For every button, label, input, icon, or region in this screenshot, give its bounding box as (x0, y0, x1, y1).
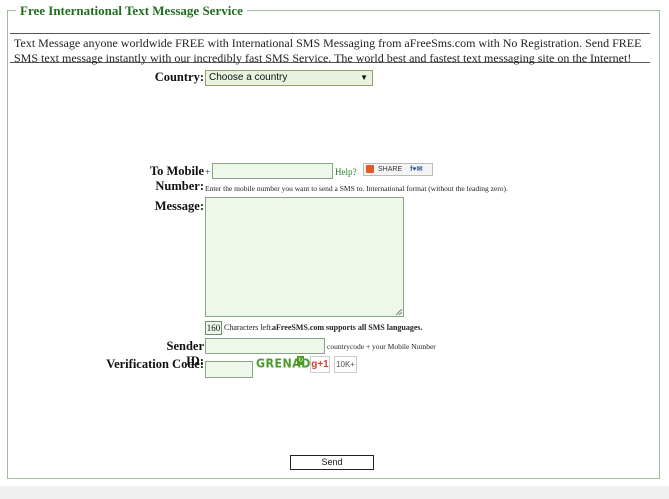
mobile-prefix: + (205, 167, 211, 177)
chevron-down-icon: ▼ (360, 73, 368, 82)
sender-id-input[interactable] (205, 338, 325, 354)
google-plus-button[interactable]: g+1 (310, 356, 330, 373)
languages-note: aFreeSMS.com supports all SMS languages. (272, 323, 423, 332)
send-button[interactable]: Send (290, 455, 374, 470)
refresh-icon[interactable]: ↻ (297, 356, 304, 365)
country-label: Country: (154, 70, 204, 84)
sender-id-hint: countrycode + your Mobile Number (327, 342, 436, 351)
google-plus-count: 10K+ (334, 356, 357, 373)
mobile-number-input[interactable] (212, 163, 333, 179)
country-selected-value: Choose a country (209, 72, 288, 83)
help-link[interactable]: Help? (335, 167, 357, 177)
share-icon (366, 165, 374, 173)
social-icons: f♥✉ (410, 166, 423, 173)
form-legend: Free International Text Message Service (16, 3, 247, 19)
chars-left-counter: 160 (205, 321, 222, 335)
mobile-number-label: To Mobile Number: (149, 164, 204, 193)
resize-grip-icon[interactable] (396, 309, 402, 315)
intro-text: Text Message anyone worldwide FREE with … (10, 33, 650, 65)
country-select[interactable]: Choose a country ▼ (205, 70, 373, 86)
share-label: SHARE (378, 166, 403, 173)
verification-label: Verification Code: (106, 357, 204, 371)
chars-left-text: Characters left. (224, 323, 273, 332)
verification-code-input[interactable] (205, 361, 253, 378)
message-textarea[interactable] (205, 197, 404, 317)
bottom-bar (0, 486, 669, 499)
mobile-hint: Enter the mobile number you want to send… (205, 184, 508, 193)
share-button[interactable]: SHARE f♥✉ (363, 163, 433, 176)
message-label: Message: (154, 199, 204, 213)
